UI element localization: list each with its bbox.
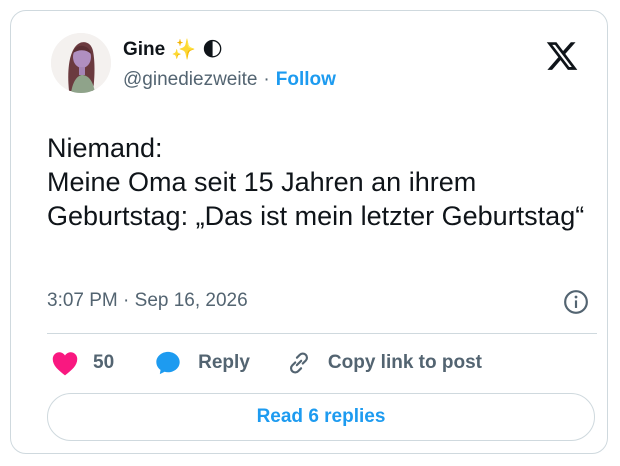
speech-bubble-icon [154, 349, 182, 377]
read-replies-button[interactable]: Read 6 replies [47, 393, 595, 441]
display-name[interactable]: Gine [123, 39, 165, 61]
like-button[interactable]: 50 [51, 350, 114, 376]
tweet-text: Niemand: Meine Oma seit 15 Jahren an ihr… [47, 133, 585, 231]
timestamp[interactable]: 3:07 PM · Sep 16, 2026 [47, 290, 248, 312]
reply-label: Reply [198, 352, 250, 373]
info-icon[interactable] [563, 289, 589, 315]
link-icon [286, 350, 312, 376]
action-bar: 50 Reply Copy link to post [51, 347, 482, 379]
copy-link-label: Copy link to post [327, 352, 482, 373]
separator-dot: · [263, 69, 270, 90]
sparkles-emoji: ✨ [171, 39, 197, 61]
author-info: Gine ✨ 🌓 @ginediezweite · Follow [123, 37, 336, 93]
moon-emoji: 🌓 [202, 39, 223, 61]
tweet-card: Gine ✨ 🌓 @ginediezweite · Follow Niemand… [10, 10, 608, 454]
heart-icon [51, 350, 79, 376]
handle-row: @ginediezweite · Follow [123, 67, 336, 93]
avatar[interactable] [51, 33, 111, 93]
read-replies-label: Read 6 replies [256, 406, 386, 427]
divider [47, 333, 597, 334]
x-logo-icon[interactable] [545, 39, 579, 73]
avatar-illustration [51, 33, 111, 93]
reply-button[interactable]: Reply [154, 349, 250, 377]
name-row: Gine ✨ 🌓 [123, 37, 336, 63]
like-count: 50 [93, 352, 115, 373]
handle[interactable]: @ginediezweite [123, 69, 257, 91]
copy-link-button[interactable]: Copy link to post [286, 350, 482, 376]
follow-button[interactable]: Follow [276, 69, 336, 91]
